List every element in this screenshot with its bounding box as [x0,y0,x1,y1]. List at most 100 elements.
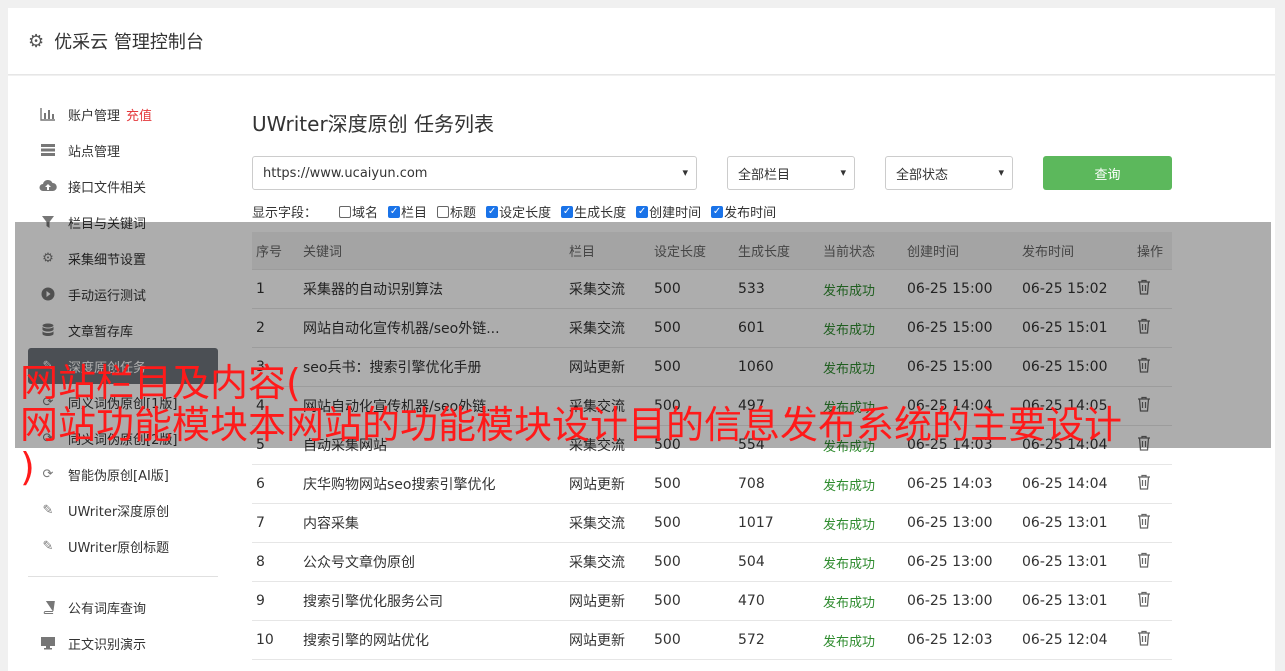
checkbox[interactable] [437,205,450,218]
sidebar-item-synonym-v1[interactable]: ⟳ 同义词伪原创[1版] [28,384,218,420]
checkbox-checked[interactable]: ✓ [561,205,574,218]
site-select[interactable]: https://www.ucaiyun.com ▾ [252,156,697,190]
server-icon [38,143,58,157]
table-cell: 06-25 13:01 [1022,515,1108,531]
sidebar-item-public-lexicon[interactable]: 公有词库查询 [28,589,218,625]
table-cell: 网站更新 [569,360,625,376]
sidebar-item-collect-settings[interactable]: ⚙ 采集细节设置 [28,240,218,276]
sidebar-item-account[interactable]: 账户管理 充值 [28,96,218,132]
trash-icon[interactable] [1137,357,1151,373]
checkbox-label: 生成长度 [574,206,627,221]
table-cell: 504 [738,554,765,570]
trash-icon[interactable] [1137,552,1151,568]
main-panel: 账户管理 充值 站点管理 接口文件相关 栏目与关键词 ⚙ 采集细节设置 手动运行… [8,76,1275,671]
display-fields: 显示字段： 域名 ✓ 栏目 标题 ✓ 设定长度 ✓ 生成长度 ✓ 创建时间 ✓ 发布时间 [252,202,786,221]
table-cell: 06-25 15:00 [907,320,993,336]
checkbox-checked[interactable]: ✓ [636,205,649,218]
actions-cell [1133,318,1172,338]
field-checkbox-published[interactable]: ✓ 发布时间 [711,202,776,221]
table-cell: 网站更新 [569,633,625,649]
checkbox-checked[interactable]: ✓ [711,205,724,218]
column-select[interactable]: 全部栏目 ▾ [727,156,855,190]
table-cell: 采集交流 [569,516,625,532]
table-row: 1 采集器的自动识别算法 采集交流 500 533 发布成功 06-25 15:00 06-2… [252,270,1172,309]
sidebar-item-uwriter-deep[interactable]: ✎ UWriter深度原创 [28,492,218,528]
recharge-link[interactable]: 充值 [126,105,152,124]
table-cell: 06-25 14:04 [1022,476,1108,492]
trash-icon[interactable] [1137,474,1151,490]
sidebar-item-deep-original-tasks[interactable]: ✎ 深度原创任务 [28,348,218,384]
sidebar-item-label: 账户管理 [68,108,121,124]
sidebar-item-manual-test[interactable]: 手动运行测试 [28,276,218,312]
table-cell: 搜索引擎的网站优化 [303,633,429,649]
field-checkbox-title[interactable]: 标题 [437,202,476,221]
sidebar-item-label: 手动运行测试 [68,288,147,304]
page-title: UWriter深度原创 任务列表 [252,112,495,136]
sidebar-item-article-store[interactable]: 文章暂存库 [28,312,218,348]
query-button[interactable]: 查询 [1043,156,1172,190]
sidebar-item-label: 正文识别演示 [68,637,147,653]
table-cell: 500 [654,398,681,414]
table-cell: 8 [256,554,265,570]
sidebar-item-columns-keywords[interactable]: 栏目与关键词 [28,204,218,240]
table-cell: 06-25 14:04 [907,398,993,414]
sidebar-item-label: 同义词伪原创[2版] [68,432,178,448]
table-row: 4 网站自动化宣传机器/seo外链... 采集交流 500 497 发布成功 06-25 1… [252,387,1172,426]
sidebar-item-uwriter-title[interactable]: ✎ UWriter原创标题 [28,528,218,564]
table-cell: 06-25 13:00 [907,554,993,570]
table-cell: 06-25 12:04 [1022,632,1108,648]
col-header: 操作 [1137,245,1164,260]
table-cell: 自动采集网站 [303,438,387,454]
trash-icon[interactable] [1137,279,1151,295]
table-cell: 网站自动化宣传机器/seo外链... [303,399,500,415]
book-icon [38,600,58,614]
trash-icon[interactable] [1137,435,1151,451]
status-cell: 发布成功 [823,361,876,377]
status-select[interactable]: 全部状态 ▾ [885,156,1013,190]
field-checkbox-column[interactable]: ✓ 栏目 [388,202,427,221]
sidebar-item-smart-ai[interactable]: ⟳ 智能伪原创[AI版] [28,456,218,492]
sidebar-item-text-recognition[interactable]: 正文识别演示 [28,625,218,661]
table-cell: 500 [654,515,681,531]
table-cell: 06-25 13:01 [1022,593,1108,609]
table-cell: 500 [654,281,681,297]
edit-icon: ✎ [42,358,54,374]
table-row: 10 搜索引擎的网站优化 网站更新 500 572 发布成功 06-25 12:03 06-2… [252,621,1172,660]
status-cell: 发布成功 [823,439,876,455]
table-cell: 5 [256,437,265,453]
table-cell: 500 [654,320,681,336]
play-circle-icon [38,287,58,301]
trash-icon[interactable] [1137,591,1151,607]
sidebar-item-sites[interactable]: 站点管理 [28,132,218,168]
refresh-icon: ⟳ [42,394,54,410]
field-checkbox-domain[interactable]: 域名 [339,202,378,221]
checkbox-checked[interactable]: ✓ [388,205,401,218]
checkbox[interactable] [339,205,352,218]
top-header: ⚙ 优采云 管理控制台 [8,8,1275,75]
status-cell: 发布成功 [823,556,876,572]
table-cell: 572 [738,632,765,648]
field-checkbox-gen-length[interactable]: ✓ 生成长度 [561,202,626,221]
field-checkbox-created[interactable]: ✓ 创建时间 [636,202,701,221]
table-cell: seo兵书：搜索引擎优化手册 [303,360,482,376]
field-checkbox-set-length[interactable]: ✓ 设定长度 [486,202,551,221]
sidebar-item-label: 栏目与关键词 [68,216,147,232]
sidebar-item-interface-files[interactable]: 接口文件相关 [28,168,218,204]
col-header: 栏目 [569,245,596,260]
sidebar-item-label: UWriter原创标题 [68,540,170,556]
checkbox-checked[interactable]: ✓ [486,205,499,218]
trash-icon[interactable] [1137,630,1151,646]
display-fields-label: 显示字段： [252,206,318,221]
sidebar-item-synonym-v2[interactable]: ⟳ 同义词伪原创[2版] [28,420,218,456]
trash-icon[interactable] [1137,318,1151,334]
trash-icon[interactable] [1137,396,1151,412]
sidebar-item-label: UWriter深度原创 [68,504,170,520]
table-cell: 533 [738,281,765,297]
table-cell: 06-25 13:01 [1022,554,1108,570]
col-header: 当前状态 [823,245,876,260]
table-cell: 网站更新 [569,477,625,493]
trash-icon[interactable] [1137,513,1151,529]
table-cell: 4 [256,398,265,414]
actions-cell [1133,552,1172,572]
col-header: 发布时间 [1022,245,1075,260]
